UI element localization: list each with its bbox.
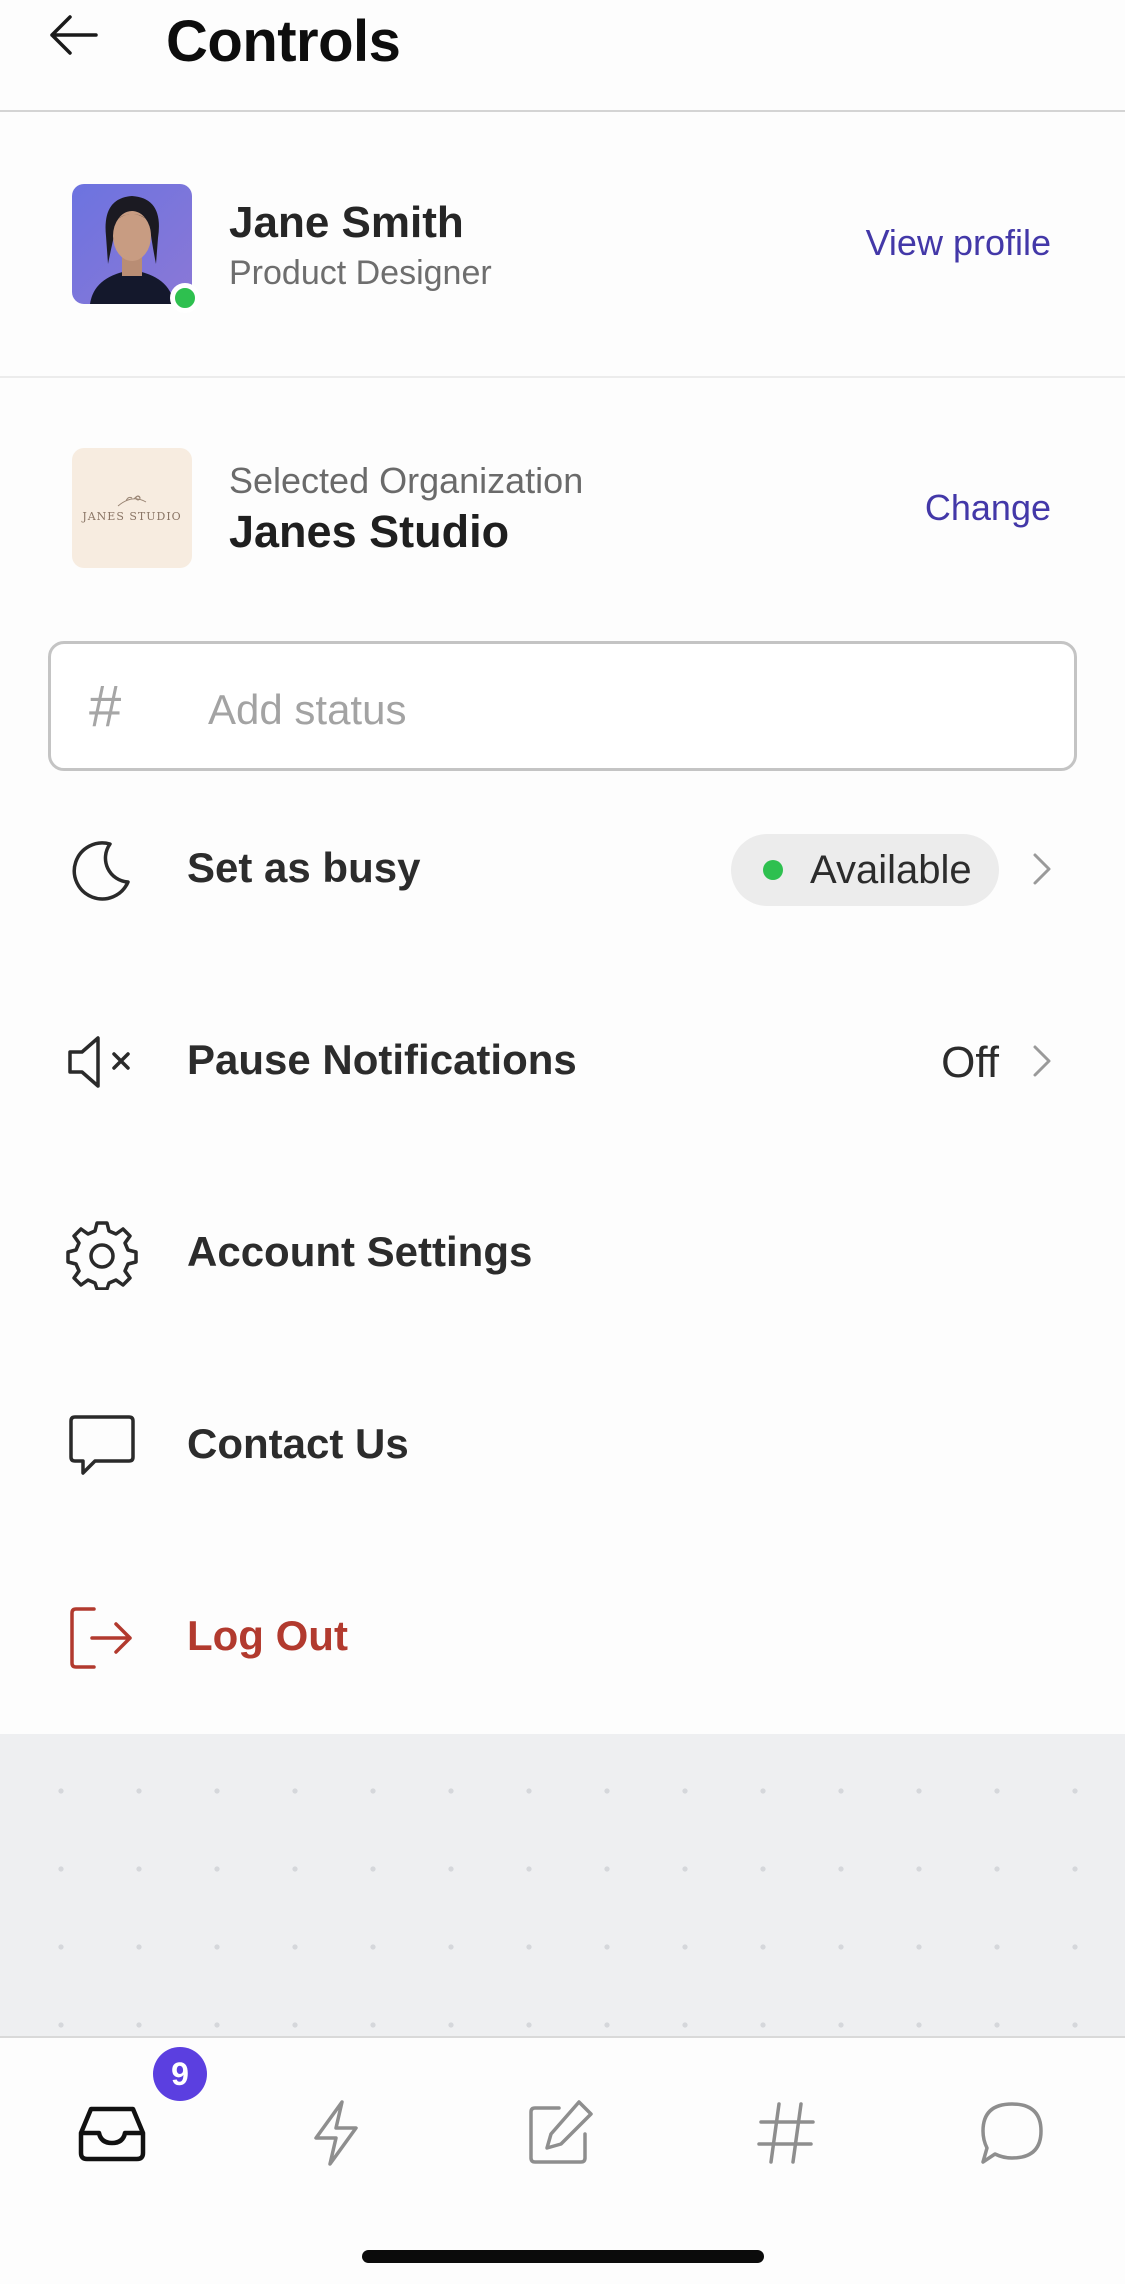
flower-logo-icon (117, 495, 147, 507)
log-out-label: Log Out (187, 1612, 348, 1659)
organization-logo-text: JANES STUDIO (82, 510, 182, 524)
compose-icon (529, 2100, 593, 2164)
menu-item-set-as-busy[interactable]: Set as busy Available (0, 794, 1125, 944)
speaker-mute-icon (64, 1024, 140, 1100)
online-status-dot (170, 283, 200, 313)
availability-text: Available (810, 848, 972, 892)
arrow-left-icon (50, 15, 98, 55)
tab-activity[interactable] (281, 2078, 391, 2188)
status-input[interactable]: # Add status (48, 641, 1077, 771)
organization-label: Selected Organization (229, 460, 584, 501)
chevron-right-icon (1033, 853, 1051, 885)
organization-logo: JANES STUDIO (72, 448, 192, 568)
contact-us-label: Contact Us (187, 1420, 409, 1467)
status-input-placeholder: Add status (208, 686, 407, 733)
chat-bubble-icon (64, 1408, 140, 1484)
organization-section: JANES STUDIO Selected Organization Janes… (0, 380, 1125, 610)
top-bar: Controls (0, 0, 1125, 112)
profile-role: Product Designer (229, 254, 492, 292)
profile-section: Jane Smith Product Designer View profile (0, 114, 1125, 378)
inbox-unread-badge: 9 (153, 2047, 207, 2101)
pause-notifications-value: Off (941, 1038, 999, 1087)
pause-notifications-label: Pause Notifications (187, 1036, 577, 1083)
tab-inbox[interactable] (57, 2078, 167, 2188)
lightning-icon (314, 2100, 358, 2166)
menu-item-log-out[interactable]: Log Out (0, 1562, 1125, 1712)
availability-badge[interactable]: Available (731, 834, 999, 906)
gear-icon (64, 1216, 140, 1292)
available-dot (763, 860, 783, 880)
chat-icon (981, 2102, 1043, 2164)
home-indicator (362, 2250, 764, 2263)
inbox-icon (78, 2106, 146, 2162)
back-button[interactable] (36, 0, 110, 70)
profile-name: Jane Smith (229, 198, 464, 247)
moon-icon (64, 832, 140, 908)
tab-messages[interactable] (957, 2078, 1067, 2188)
change-organization-link[interactable]: Change (925, 487, 1051, 529)
menu-item-account-settings[interactable]: Account Settings (0, 1178, 1125, 1328)
logout-icon (64, 1600, 140, 1676)
hash-icon (757, 2102, 815, 2164)
chevron-right-icon (1033, 1045, 1051, 1077)
tab-channels[interactable] (731, 2078, 841, 2188)
page-title: Controls (166, 9, 401, 74)
hash-icon: # (89, 674, 122, 739)
empty-dotted-area (0, 1734, 1125, 2036)
menu-item-pause-notifications[interactable]: Pause Notifications Off (0, 986, 1125, 1136)
account-settings-label: Account Settings (187, 1228, 533, 1275)
organization-name: Janes Studio (229, 506, 510, 557)
tab-compose[interactable] (505, 2078, 615, 2188)
bottom-tab-bar: 9 (0, 2036, 1125, 2284)
set-as-busy-label: Set as busy (187, 844, 421, 891)
view-profile-link[interactable]: View profile (866, 222, 1051, 264)
menu-item-contact-us[interactable]: Contact Us (0, 1370, 1125, 1520)
